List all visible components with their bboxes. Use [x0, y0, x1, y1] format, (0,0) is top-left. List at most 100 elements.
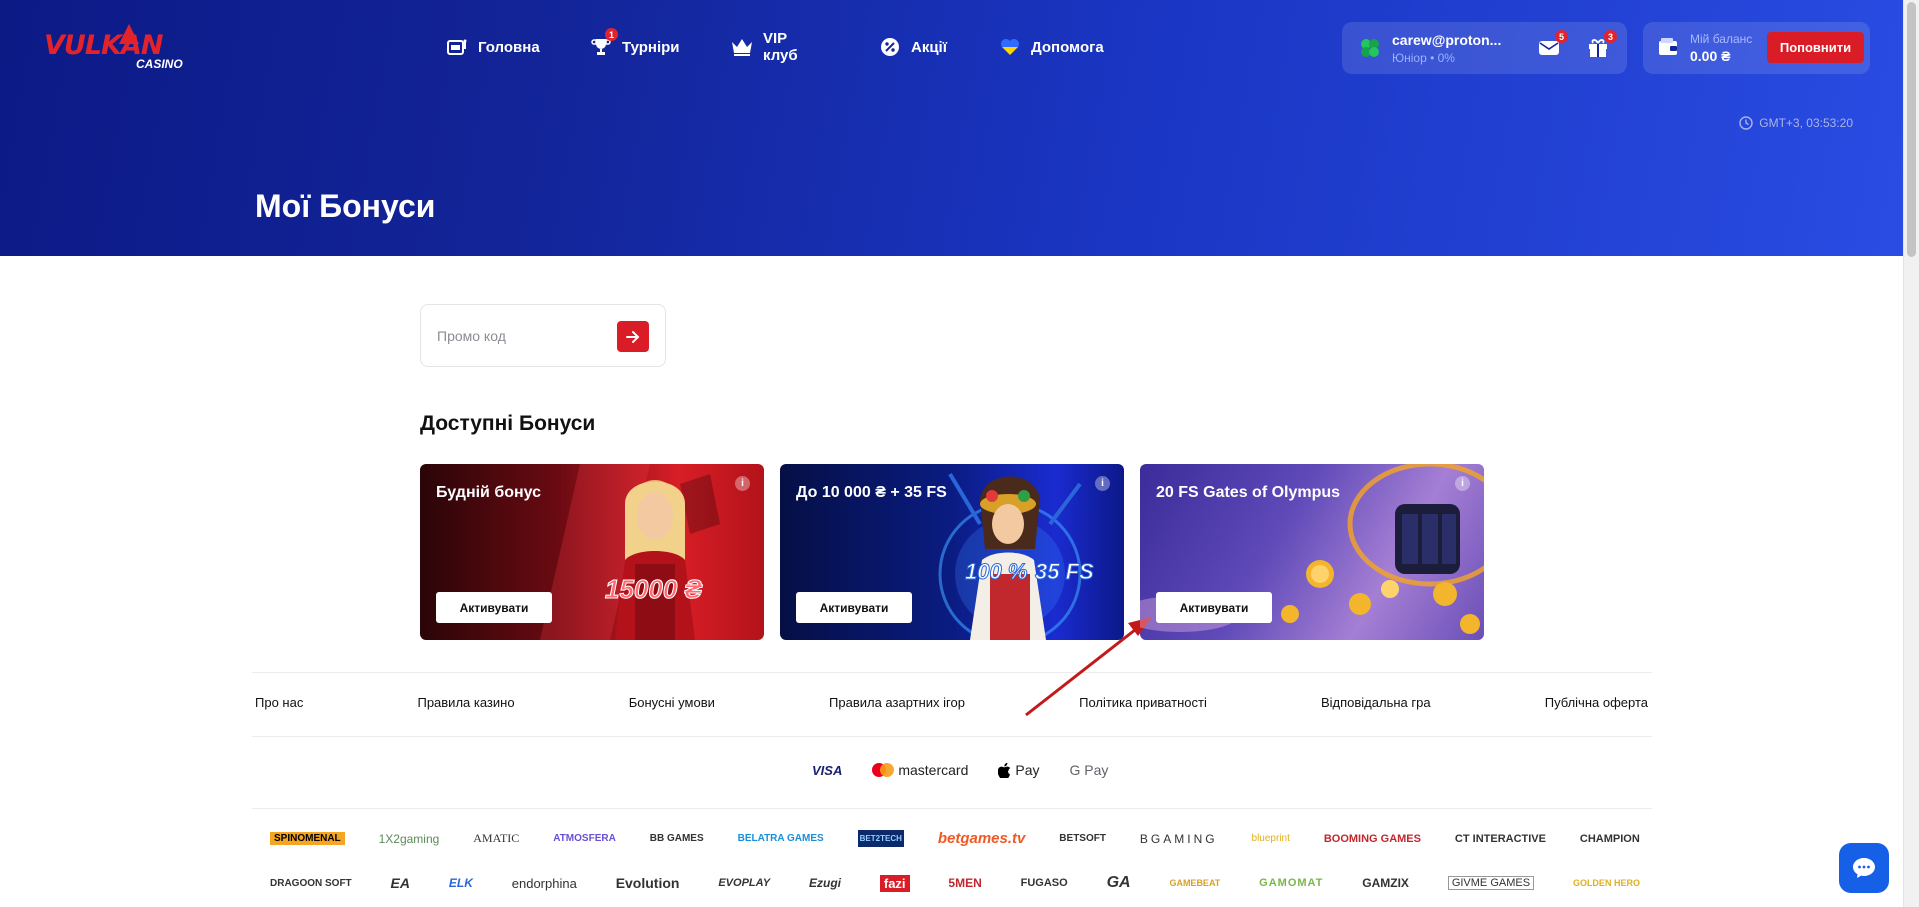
promo-code-input[interactable] — [437, 325, 597, 347]
page-title: Мої Бонуси — [255, 188, 436, 224]
user-panel[interactable]: carew@proton... Юніор • 0% 5 3 — [1342, 22, 1627, 74]
provider-logo[interactable]: endorphina — [512, 876, 577, 891]
provider-logo[interactable]: blueprint — [1252, 833, 1290, 844]
provider-logo[interactable]: EVOPLAY — [718, 877, 770, 889]
provider-logo[interactable]: GIVME GAMES — [1447, 876, 1535, 890]
arrow-right-icon — [626, 330, 640, 343]
footer-link-public-offer[interactable]: Публічна оферта — [1545, 695, 1648, 710]
providers-row-1: SPINOMENAL 1X2gaming AMATIC ATMOSFERA BB… — [270, 830, 1640, 847]
provider-logo[interactable]: betgames.tv — [938, 830, 1026, 847]
footer-divider — [252, 736, 1652, 737]
provider-logo[interactable]: Evolution — [616, 875, 680, 891]
payment-methods: VISA mastercard Pay G Pay — [812, 762, 1108, 778]
provider-logo[interactable]: 5MEN — [948, 876, 981, 890]
provider-logo[interactable]: GAMOMAT — [1259, 877, 1323, 889]
mastercard-circles-icon — [872, 763, 895, 777]
gifts-badge: 3 — [1604, 30, 1617, 43]
bonus-percent-art: 100 % — [964, 559, 1028, 585]
balance-panel: Мій баланс 0.00 ₴ Поповнити — [1643, 22, 1870, 74]
info-icon[interactable]: i — [735, 476, 750, 491]
provider-logo[interactable]: CT INTERACTIVE — [1455, 833, 1546, 845]
page-scrollbar[interactable] — [1903, 0, 1919, 907]
provider-logo[interactable]: GAMEBEAT — [1169, 878, 1220, 888]
provider-logo[interactable]: DRAGOON SOFT — [270, 878, 352, 889]
messages-badge: 5 — [1555, 30, 1568, 43]
provider-logo[interactable]: BET2TECH — [857, 830, 904, 847]
nav-home[interactable]: Головна — [446, 36, 540, 58]
nav-help[interactable]: Допомога — [999, 36, 1104, 58]
vulkan-casino-logo[interactable]: VULKAN CASINO — [44, 22, 194, 72]
bonus-fs-art: 35 FS — [1035, 559, 1095, 585]
provider-logo[interactable]: GOLDEN HERO — [1573, 878, 1640, 888]
nav-promotions[interactable]: Акції — [879, 36, 947, 58]
support-chat-button[interactable] — [1839, 843, 1889, 893]
provider-logo[interactable]: Ezugi — [809, 876, 841, 890]
tournaments-badge: 1 — [605, 28, 618, 41]
info-icon[interactable]: i — [1455, 476, 1470, 491]
promo-submit-button[interactable] — [617, 321, 649, 352]
info-icon[interactable]: i — [1095, 476, 1110, 491]
percent-badge-icon — [879, 36, 901, 58]
provider-logo[interactable]: BGAMING — [1140, 832, 1218, 846]
nav-vip-club-label: VIP клуб — [763, 30, 798, 64]
scrollbar-thumb[interactable] — [1907, 2, 1916, 257]
apple-pay-text: Pay — [1015, 762, 1040, 778]
provider-logo[interactable]: SPINOMENAL — [270, 832, 345, 845]
footer-link-privacy[interactable]: Політика приватності — [1079, 695, 1207, 710]
footer-link-casino-rules[interactable]: Правила казино — [417, 695, 514, 710]
apple-icon — [998, 762, 1011, 778]
google-pay-logo: G Pay — [1069, 762, 1109, 778]
bonus-card-title: 20 FS Gates of Olympus — [1156, 484, 1341, 501]
footer-divider — [252, 808, 1652, 809]
bonus-card-welcome[interactable]: 100 % 35 FS До 10 000 ₴ + 35 FS i Активу… — [780, 464, 1124, 640]
footer-link-bonus-terms[interactable]: Бонусні умови — [629, 695, 715, 710]
bonus-card-gates-of-olympus[interactable]: 20 FS Gates of Olympus i Активувати — [1140, 464, 1484, 640]
available-bonuses-title: Доступні Бонуси — [420, 412, 596, 435]
ukraine-heart-icon — [999, 36, 1021, 58]
provider-logo[interactable]: 1X2gaming — [379, 832, 440, 846]
activate-button[interactable]: Активувати — [1156, 592, 1272, 623]
nav-tournaments[interactable]: 1 Турніри — [590, 28, 680, 58]
nav-tournaments-label: Турніри — [622, 38, 680, 56]
provider-logo[interactable]: fazi — [879, 874, 910, 892]
footer-divider — [252, 672, 1652, 673]
bonus-amount-art: 15000 ₴ — [605, 574, 703, 605]
provider-logo[interactable]: FUGASO — [1021, 877, 1068, 889]
user-email: carew@proton... — [1392, 32, 1502, 48]
activate-button[interactable]: Активувати — [436, 592, 552, 623]
nav-vip-club[interactable]: VIP клуб — [731, 30, 798, 64]
nav-home-label: Головна — [478, 38, 540, 56]
messages-button[interactable]: 5 — [1538, 30, 1568, 60]
provider-logo[interactable]: BELATRA GAMES — [738, 833, 824, 844]
balance-label: Мій баланс — [1690, 32, 1753, 46]
mastercard-logo: mastercard — [872, 762, 968, 778]
provider-logo[interactable]: AMATIC — [473, 831, 519, 846]
provider-logo[interactable]: CHAMPION — [1580, 833, 1640, 845]
footer-link-gambling-rules[interactable]: Правила азартних ігор — [829, 695, 965, 710]
nav-promotions-label: Акції — [911, 38, 947, 56]
provider-logo[interactable]: EA — [391, 875, 410, 891]
crown-icon — [731, 36, 753, 58]
wallet-icon — [1657, 36, 1679, 63]
clover-icon — [1358, 36, 1382, 65]
server-time: GMT+3, 03:53:20 — [1739, 116, 1853, 130]
visa-logo: VISA — [812, 762, 843, 778]
provider-logo[interactable]: BETSOFT — [1059, 833, 1106, 844]
footer-link-responsible-gaming[interactable]: Відповідальна гра — [1321, 695, 1431, 710]
provider-logo[interactable]: ATMOSFERA — [553, 833, 616, 844]
provider-logo[interactable]: BB GAMES — [650, 833, 704, 844]
provider-logo[interactable]: ELK — [449, 876, 473, 890]
provider-logo[interactable]: GAMZIX — [1362, 876, 1409, 890]
topup-button[interactable]: Поповнити — [1767, 32, 1864, 63]
activate-button[interactable]: Активувати — [796, 592, 912, 623]
promo-code-form — [420, 304, 666, 367]
providers-row-2: DRAGOON SOFT EA ELK endorphina Evolution… — [270, 874, 1640, 892]
provider-logo[interactable]: GA — [1107, 874, 1131, 892]
gifts-button[interactable]: 3 — [1587, 30, 1617, 60]
provider-logo[interactable]: BOOMING GAMES — [1324, 833, 1421, 845]
server-time-text: GMT+3, 03:53:20 — [1759, 116, 1853, 130]
user-level: Юніор • 0% — [1392, 51, 1455, 65]
footer-link-about[interactable]: Про нас — [255, 695, 303, 710]
slot-machine-icon — [446, 36, 468, 58]
bonus-card-weekday[interactable]: 15000 ₴ Будній бонус i Активувати — [420, 464, 764, 640]
